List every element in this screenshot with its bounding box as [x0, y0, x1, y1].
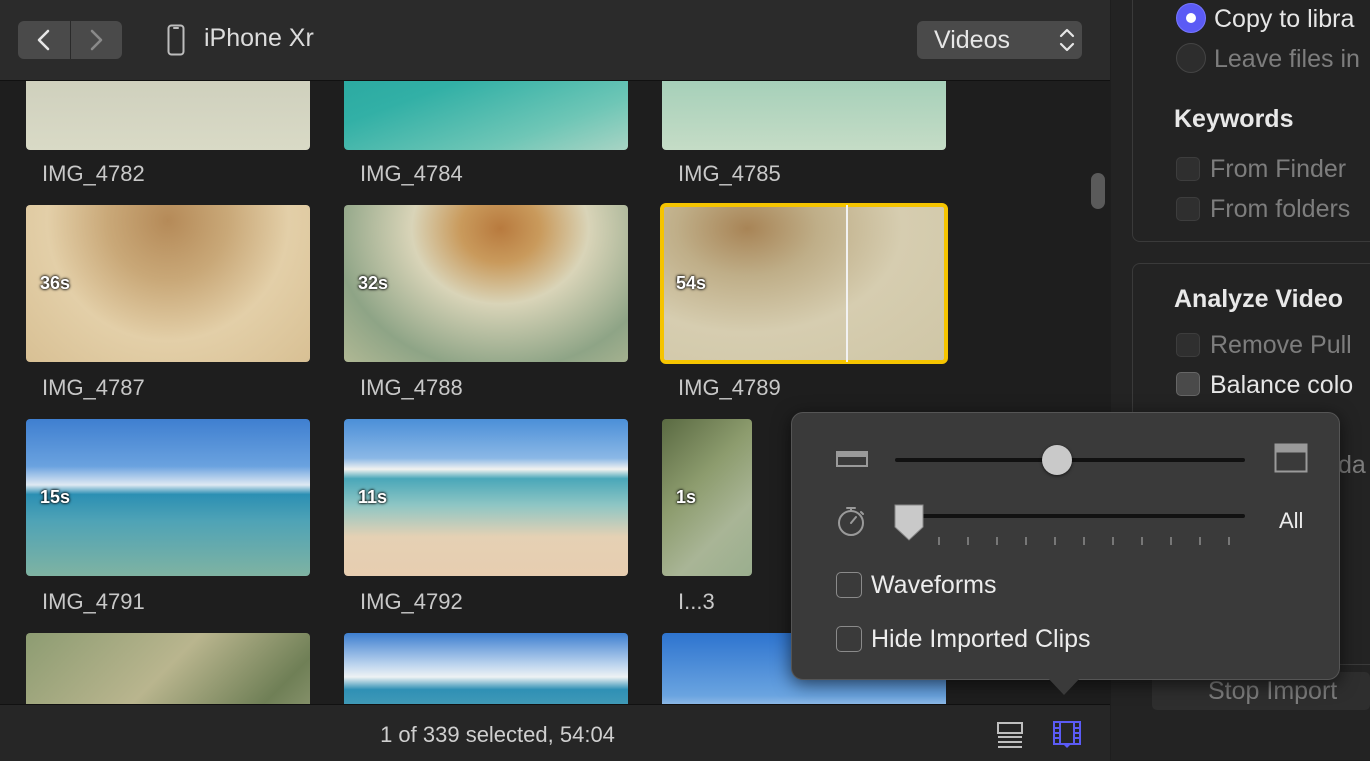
slider-tick [1083, 537, 1085, 545]
device-name: iPhone Xr [204, 24, 314, 52]
list-view-icon[interactable] [996, 720, 1024, 748]
clip-thumbnail[interactable] [662, 81, 946, 150]
from-finder-checkbox[interactable] [1176, 157, 1200, 181]
clip-name: IMG_4785 [678, 161, 781, 186]
browser-toolbar: iPhone Xr Videos [0, 0, 1110, 81]
clip-name: IMG_4784 [360, 161, 463, 186]
leave-files-in-place-radio[interactable] [1176, 43, 1206, 73]
slider-tick [1199, 537, 1201, 545]
clip-duration: 15s [40, 487, 71, 507]
up-down-chevron-icon [1059, 28, 1075, 52]
from-finder-label: From Finder [1210, 155, 1347, 183]
clip-thumbnail[interactable] [26, 633, 310, 704]
slider-tick [1228, 537, 1230, 545]
back-button[interactable] [18, 21, 70, 59]
stop-import-label: Stop Import [1208, 677, 1338, 705]
from-folders-label: From folders [1210, 195, 1351, 223]
balance-color-label: Balance colo [1210, 371, 1354, 399]
iphone-icon [167, 24, 185, 56]
waveforms-checkbox[interactable] [836, 572, 862, 598]
clip-name: IMG_4789 [678, 375, 781, 400]
slider-tick [1112, 537, 1114, 545]
leave-files-in-place-label: Leave files in [1214, 45, 1360, 73]
scrollbar-thumb[interactable] [1091, 173, 1105, 209]
selection-status: 1 of 339 selected, 54:04 [380, 722, 615, 747]
copy-to-library-radio[interactable] [1176, 3, 1206, 33]
clip-duration: 1s [676, 487, 697, 507]
slider-tick [1025, 537, 1027, 545]
waveforms-label: Waveforms [871, 571, 997, 599]
keywords-heading: Keywords [1174, 105, 1294, 133]
clip-duration: 32s [358, 273, 389, 293]
clip-name: IMG_4782 [42, 161, 145, 186]
clip-thumbnail[interactable]: 32s [344, 205, 628, 362]
forward-button[interactable] [69, 21, 123, 59]
media-type-popup[interactable]: Videos [917, 21, 1082, 59]
slider-tick [996, 537, 998, 545]
remove-pulldown-checkbox[interactable] [1176, 333, 1200, 357]
popover-arrow [1046, 676, 1082, 695]
browser-footer: 1 of 339 selected, 54:04 [0, 704, 1110, 761]
chevron-right-icon [90, 29, 103, 51]
clip-thumbnail[interactable] [344, 81, 628, 150]
clip-duration: 54s [676, 273, 707, 293]
clip-name: IMG_4788 [360, 375, 463, 400]
small-clip-height-icon [836, 451, 868, 467]
large-clip-height-icon [1274, 443, 1308, 473]
clip-duration: 11s [358, 487, 388, 507]
media-type-label: Videos [934, 25, 1010, 54]
clip-name: IMG_4787 [42, 375, 145, 400]
clip-name: I...3 [678, 589, 715, 614]
slider-tick [1141, 537, 1143, 545]
clip-duration: 36s [40, 273, 71, 293]
slider-tick [938, 537, 940, 545]
copy-to-library-label: Copy to libra [1214, 5, 1355, 33]
slider-tick [1170, 537, 1172, 545]
slider-tick [967, 537, 969, 545]
analyze-video-heading: Analyze Video [1174, 285, 1344, 313]
clip-thumbnail[interactable] [26, 81, 310, 150]
stopwatch-icon [838, 507, 864, 536]
remove-pulldown-label: Remove Pull [1210, 331, 1352, 359]
filmstrip-view-icon[interactable] [1052, 719, 1082, 749]
skimmer-playhead [846, 205, 848, 362]
clip-thumbnail[interactable]: 11s [344, 419, 628, 576]
balance-color-checkbox[interactable] [1176, 372, 1200, 396]
hide-imported-clips-label: Hide Imported Clips [871, 625, 1091, 653]
partial-option-label: da [1338, 451, 1366, 479]
hide-imported-clips-checkbox[interactable] [836, 626, 862, 652]
radio-dot [1186, 13, 1196, 23]
from-folders-checkbox[interactable] [1176, 197, 1200, 221]
clip-thumbnail[interactable]: 1s [662, 419, 752, 576]
navigation-buttons [18, 21, 122, 59]
clip-thumbnail-selected[interactable]: 54s [660, 203, 948, 364]
clip-thumbnail[interactable]: 36s [26, 205, 310, 362]
clip-appearance-popover: All Waveforms Hide Imported Clips [791, 412, 1340, 680]
duration-slider-knob[interactable] [893, 503, 925, 543]
clip-name: IMG_4791 [42, 589, 145, 614]
clip-height-slider-knob[interactable] [1042, 445, 1072, 475]
clip-name: IMG_4792 [360, 589, 463, 614]
duration-slider[interactable] [895, 514, 1245, 518]
slider-tick [1054, 537, 1056, 545]
clip-thumbnail[interactable] [344, 633, 628, 704]
duration-all-label: All [1279, 508, 1304, 533]
clip-thumbnail[interactable]: 15s [26, 419, 310, 576]
chevron-left-icon [37, 29, 50, 51]
